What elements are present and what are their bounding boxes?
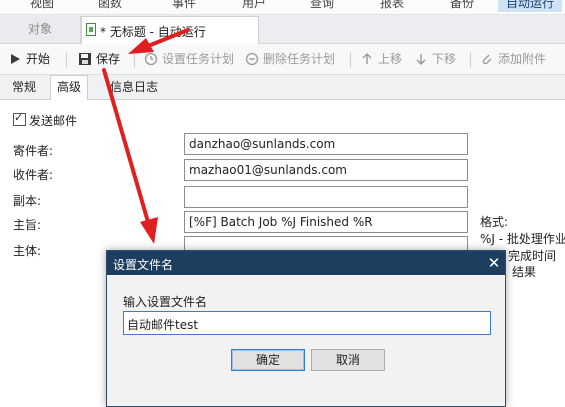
annotation-arrow-to-save	[128, 28, 190, 54]
annotation-arrows	[102, 28, 190, 244]
annotation-arrow-to-dialog	[102, 68, 158, 244]
